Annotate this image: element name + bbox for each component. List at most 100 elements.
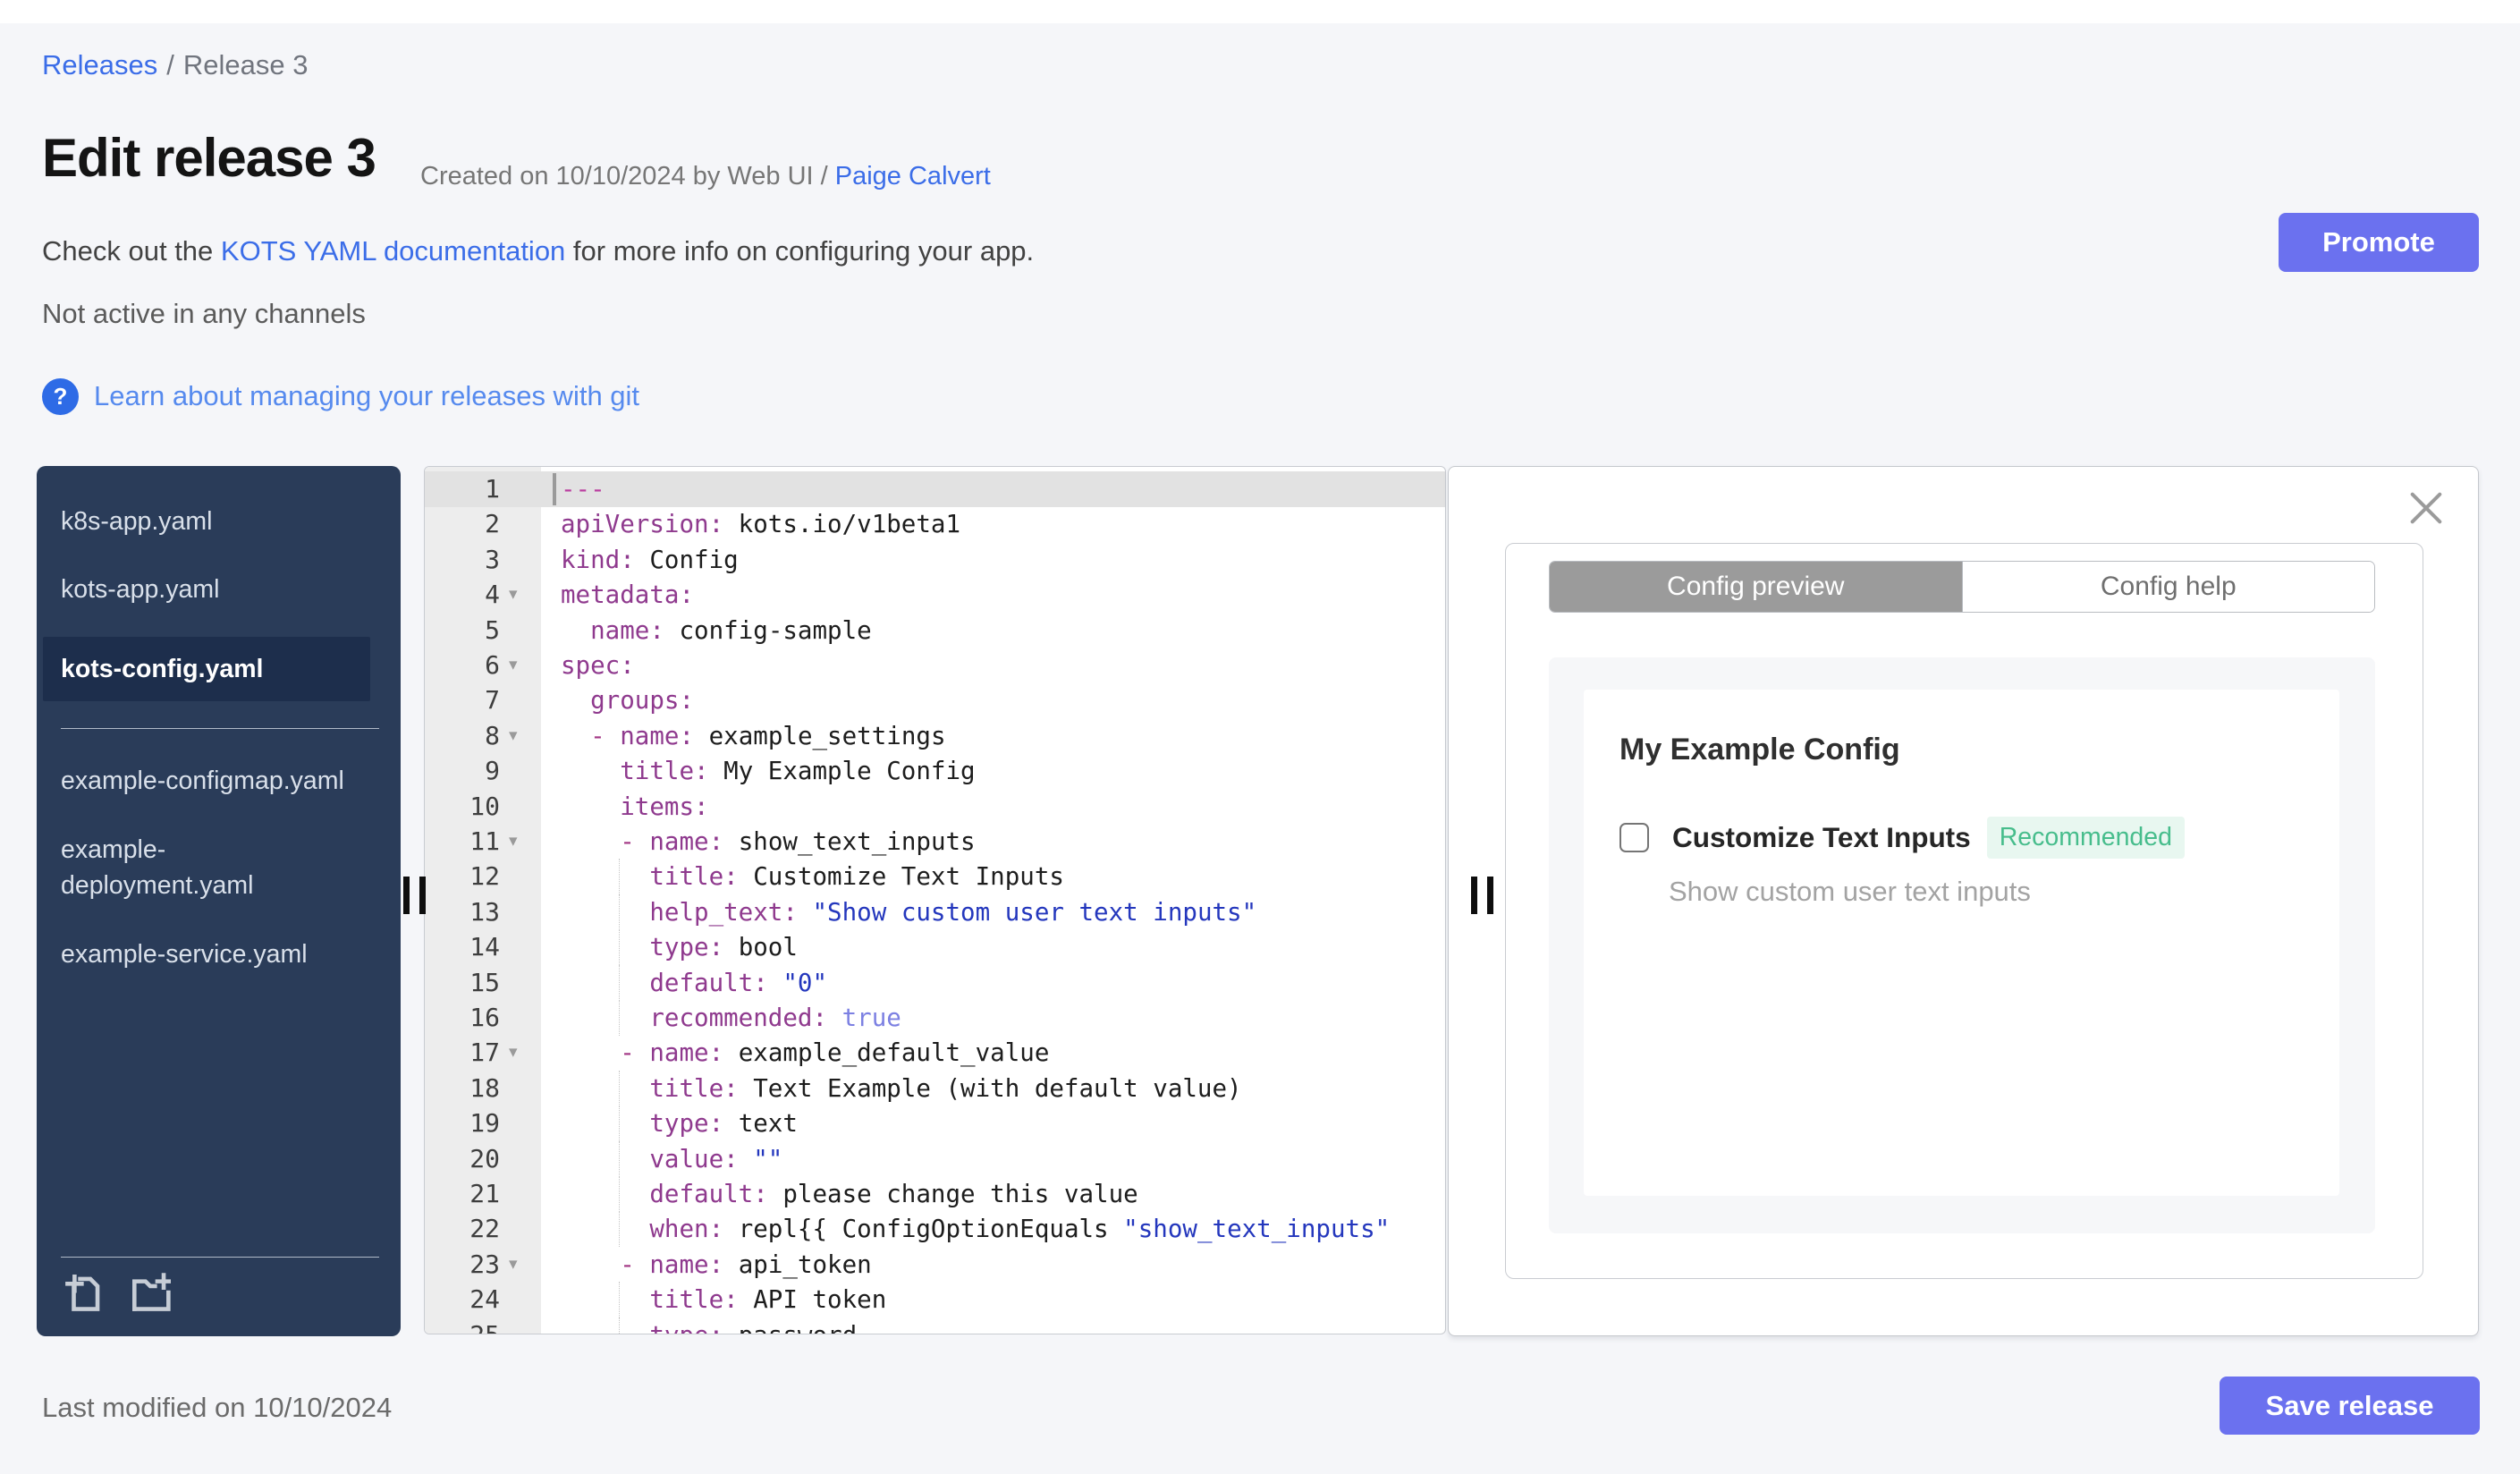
code-line-7[interactable]: 7 groups: (425, 682, 1445, 718)
breadcrumb: Releases / Release 3 (42, 49, 308, 81)
code-line-11[interactable]: 11 ▾ - name: show_text_inputs (425, 824, 1445, 860)
code-line-13[interactable]: 13 help_text: "Show custom user text inp… (425, 894, 1445, 930)
code-line-20[interactable]: 20 value: "" (425, 1140, 1445, 1177)
token-dash: - (590, 721, 621, 750)
code-line-2[interactable]: 2 apiVersion: kots.io/v1beta1 (425, 506, 1445, 542)
line-number: 10 (469, 791, 500, 821)
sidebar-actions (63, 1270, 173, 1315)
token-plain: Config (634, 545, 739, 574)
code-line-3[interactable]: 3 kind: Config (425, 542, 1445, 578)
breadcrumb-releases-link[interactable]: Releases (42, 49, 157, 80)
code-text: spec: (548, 648, 1445, 683)
line-number: 9 (485, 756, 500, 786)
code-line-15[interactable]: 15 default: "0" (425, 964, 1445, 1001)
fold-arrow-icon[interactable]: ▾ (509, 648, 518, 683)
sidebar-resize-handle[interactable] (403, 877, 426, 914)
sidebar-item-example-deployment-yaml[interactable]: example-deployment.yaml (61, 832, 345, 904)
question-mark-icon[interactable]: ? (42, 377, 79, 415)
token-dash: - (620, 827, 650, 856)
line-number: 22 (469, 1214, 500, 1244)
code-line-22[interactable]: 22 when: repl{{ ConfigOptionEquals "show… (425, 1211, 1445, 1248)
token-plain: example_settings (694, 721, 946, 750)
config-item-help: Show custom user text inputs (1669, 876, 2031, 907)
doc-text-suffix: for more info on configuring your app. (565, 235, 1035, 267)
fold-arrow-icon[interactable]: ▾ (509, 577, 518, 613)
token-key: default: (649, 968, 768, 997)
line-number: 23 (469, 1249, 500, 1279)
code-line-25[interactable]: 25 type: password (425, 1317, 1445, 1334)
line-number: 16 (469, 1003, 500, 1032)
close-icon[interactable] (2408, 490, 2444, 526)
sidebar-item-kots-config-yaml[interactable]: kots-config.yaml (43, 636, 370, 702)
file-list: k8s-app.yaml kots-app.yaml kots-config.yam… (43, 504, 379, 972)
code-line-23[interactable]: 23 ▾ - name: api_token (425, 1247, 1445, 1283)
top-strip (0, 0, 2520, 23)
code-line-21[interactable]: 21 default: please change this value (425, 1176, 1445, 1212)
fold-arrow-icon[interactable]: ▾ (509, 718, 518, 754)
config-preview-panel: Config preview Config help My Example Con… (1448, 466, 2479, 1336)
token-str: "Show custom user text inputs" (797, 897, 1257, 927)
code-text: - name: api_token (548, 1247, 1445, 1283)
sidebar-item-example-configmap-yaml[interactable]: example-configmap.yaml (61, 763, 345, 799)
new-folder-icon[interactable] (130, 1270, 173, 1315)
code-text: - name: example_default_value (548, 1035, 1445, 1071)
code-line-17[interactable]: 17 ▾ - name: example_default_value (425, 1035, 1445, 1071)
token-plain: My Example Config (708, 757, 976, 786)
code-line-8[interactable]: 8 ▾ - name: example_settings (425, 718, 1445, 754)
code-line-1[interactable]: 1 --- (425, 471, 1445, 507)
sidebar-item-k8s-app-yaml[interactable]: k8s-app.yaml (61, 504, 345, 539)
code-editor[interactable]: 1 --- 2 apiVersion: kots.io/v1beta1 3 kind: C… (424, 466, 1446, 1334)
author-link[interactable]: Paige Calvert (835, 162, 991, 191)
editor-resize-handle[interactable] (1471, 877, 1493, 914)
token-str: "" (738, 1144, 783, 1173)
line-number: 13 (469, 896, 500, 927)
token-plain: example_default_value (723, 1038, 1050, 1068)
tab-config-preview[interactable]: Config preview (1550, 562, 1962, 612)
new-file-icon[interactable] (63, 1270, 105, 1315)
token-key: value: (649, 1144, 739, 1173)
code-line-5[interactable]: 5 name: config-sample (425, 613, 1445, 648)
sidebar-item-kots-app-yaml[interactable]: kots-app.yaml (61, 572, 345, 607)
code-line-18[interactable]: 18 title: Text Example (with default val… (425, 1070, 1445, 1106)
save-release-button[interactable]: Save release (2220, 1377, 2480, 1435)
token-key: title: (649, 862, 739, 892)
recommended-badge: Recommended (1986, 817, 2185, 859)
code-line-16[interactable]: 16 recommended: true (425, 1000, 1445, 1036)
token-key: apiVersion: (561, 510, 724, 539)
code-line-9[interactable]: 9 title: My Example Config (425, 753, 1445, 789)
fold-arrow-icon[interactable]: ▾ (509, 1035, 518, 1071)
git-link[interactable]: Learn about managing your releases with … (94, 380, 639, 412)
breadcrumb-current: Release 3 (182, 49, 309, 80)
code-line-24[interactable]: 24 title: API token (425, 1282, 1445, 1318)
last-modified: Last modified on 10/10/2024 (42, 1392, 393, 1423)
token-key: kind: (561, 545, 635, 574)
code-text: when: repl{{ ConfigOptionEquals "show_te… (548, 1211, 1445, 1247)
code-line-6[interactable]: 6 ▾ spec: (425, 648, 1445, 683)
customize-checkbox[interactable] (1619, 823, 1649, 852)
token-plain: config-sample (664, 615, 872, 645)
breadcrumb-separator: / (166, 49, 174, 80)
config-group-title: My Example Config (1619, 733, 1900, 767)
promote-button[interactable]: Promote (2279, 213, 2479, 272)
token-str: "show_text_inputs" (1123, 1215, 1391, 1244)
config-item-row: Customize Text Inputs Recommended (1619, 817, 2185, 859)
fold-arrow-icon[interactable]: ▾ (509, 1247, 518, 1283)
code-line-10[interactable]: 10 items: (425, 789, 1445, 825)
fold-arrow-icon[interactable]: ▾ (509, 824, 518, 860)
code-line-4[interactable]: 4 ▾ metadata: (425, 577, 1445, 613)
kots-yaml-doc-link[interactable]: KOTS YAML documentation (221, 235, 565, 267)
code-line-12[interactable]: 12 title: Customize Text Inputs (425, 859, 1445, 895)
token-key: spec: (561, 651, 635, 680)
code-text: --- (548, 471, 1445, 507)
code-line-14[interactable]: 14 type: bool (425, 929, 1445, 966)
sidebar-item-example-service-yaml[interactable]: example-service.yaml (61, 936, 345, 972)
code-line-19[interactable]: 19 type: text (425, 1106, 1445, 1142)
tab-config-help[interactable]: Config help (1961, 562, 2374, 612)
